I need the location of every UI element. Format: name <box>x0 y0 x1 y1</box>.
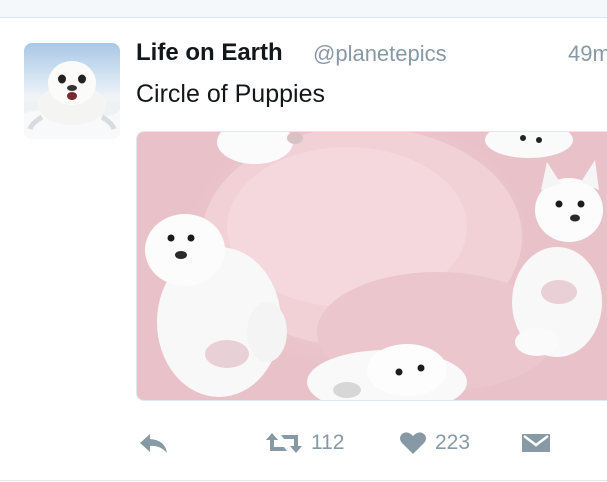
tweet-text: Circle of Puppies <box>136 80 325 108</box>
tweet-card[interactable]: Life on Earth @planetepics 49m Circle of… <box>0 18 607 481</box>
timeline-header-strip <box>0 0 607 18</box>
like-count: 223 <box>435 431 471 454</box>
direct-message-icon <box>521 431 551 455</box>
reply-icon <box>138 431 170 455</box>
heart-icon <box>399 431 427 455</box>
seal-pup-avatar[interactable] <box>24 43 120 139</box>
retweet-count: 112 <box>311 431 345 454</box>
reply-button[interactable] <box>138 423 170 463</box>
retweet-button[interactable]: 112 <box>265 423 344 463</box>
timestamp-link[interactable]: 49m <box>568 41 607 67</box>
like-button[interactable]: 223 <box>399 423 470 463</box>
tweet-action-bar: 112 223 <box>0 423 607 463</box>
user-handle[interactable]: @planetepics <box>313 41 447 67</box>
direct-message-button[interactable] <box>521 423 551 463</box>
retweet-icon <box>265 431 303 455</box>
display-name[interactable]: Life on Earth <box>136 39 283 67</box>
puppies-photo[interactable] <box>136 131 607 401</box>
